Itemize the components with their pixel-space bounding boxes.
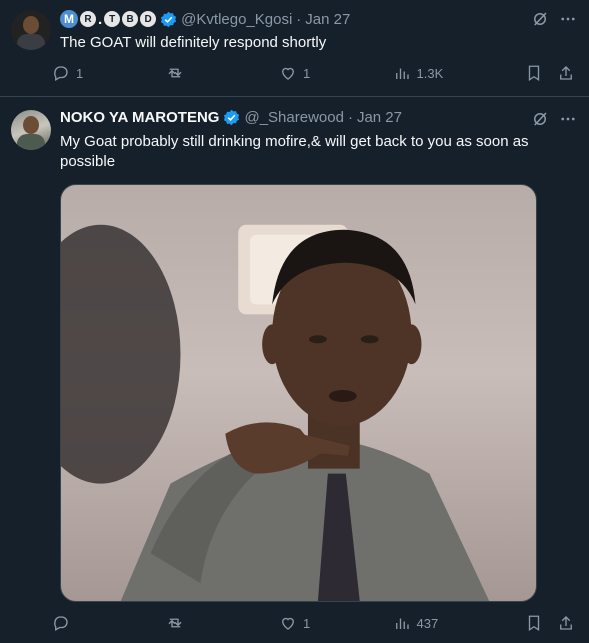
bookmark-share-group: [525, 64, 575, 82]
tweet[interactable]: M R . T B D @Kvtlego_Kgosi · Jan 27 The …: [0, 0, 589, 97]
name-letter-badge: M: [60, 10, 78, 28]
retweet-icon: [168, 68, 181, 78]
views-button[interactable]: 437: [393, 614, 525, 632]
display-name[interactable]: NOKO YA MAROTENG: [60, 109, 219, 126]
tweet-top-actions: [531, 10, 577, 28]
tweet-actions: 1 437: [52, 614, 575, 632]
tweet-media-image[interactable]: [60, 184, 537, 602]
like-button[interactable]: 1: [279, 64, 393, 82]
reply-button[interactable]: 1: [52, 64, 166, 82]
tweet-header: M R . T B D @Kvtlego_Kgosi · Jan 27: [60, 10, 529, 28]
tweet-text: My Goat probably still drinking mofire,&…: [60, 133, 529, 170]
like-count: 1: [303, 65, 311, 81]
avatar-face: [23, 16, 39, 34]
grok-icon[interactable]: [531, 10, 549, 28]
avatar[interactable]: [11, 110, 51, 150]
avatar-body: [17, 34, 45, 50]
avatar-face: [23, 116, 39, 134]
bookmark-icon[interactable]: [525, 614, 543, 632]
tweet[interactable]: NOKO YA MAROTENG @_Sharewood · Jan 27 My…: [0, 98, 589, 643]
name-dot: .: [98, 10, 103, 28]
views-button[interactable]: 1.3K: [393, 64, 525, 82]
tweet-top-actions: [531, 110, 577, 128]
name-letter-badge: B: [122, 11, 139, 27]
timestamp[interactable]: Jan 27: [357, 109, 402, 126]
bookmark-share-group: [525, 614, 575, 632]
views-count: 437: [416, 615, 439, 631]
tweet-actions: 1 1 1.3K: [52, 64, 575, 82]
media-photo: [61, 224, 490, 601]
display-name[interactable]: M R . T B D: [60, 10, 157, 28]
verified-badge-icon: [161, 11, 177, 27]
separator: ·: [347, 109, 353, 126]
bookmark-icon[interactable]: [525, 64, 543, 82]
like-icon: [282, 617, 294, 630]
reply-icon: [54, 66, 68, 81]
handle[interactable]: @Kvtlego_Kgosi: [181, 11, 292, 28]
more-icon[interactable]: [559, 10, 577, 28]
more-icon[interactable]: [559, 110, 577, 128]
name-letter-badge: T: [104, 11, 121, 27]
timeline-feed: M R . T B D @Kvtlego_Kgosi · Jan 27 The …: [0, 0, 589, 643]
grok-icon[interactable]: [531, 110, 549, 128]
like-icon: [282, 67, 294, 80]
like-button[interactable]: 1: [279, 614, 393, 632]
avatar[interactable]: [11, 10, 51, 50]
name-letter-badge: R: [80, 11, 96, 27]
separator: ·: [296, 10, 302, 28]
share-icon[interactable]: [557, 64, 575, 82]
views-count: 1.3K: [416, 65, 444, 81]
like-count: 1: [303, 615, 311, 631]
retweet-button[interactable]: [166, 64, 280, 82]
retweet-icon: [168, 618, 181, 628]
share-icon[interactable]: [557, 614, 575, 632]
timestamp[interactable]: Jan 27: [305, 11, 350, 28]
reply-button[interactable]: [52, 614, 166, 632]
reply-icon: [54, 616, 68, 631]
name-letter-badge: D: [140, 11, 157, 27]
handle[interactable]: @_Sharewood: [244, 109, 343, 126]
retweet-button[interactable]: [166, 614, 280, 632]
reply-count: 1: [76, 65, 84, 81]
views-icon: [395, 618, 409, 629]
views-icon: [395, 68, 409, 79]
tweet-text: The GOAT will definitely respond shortly: [60, 34, 327, 51]
verified-badge-icon: [224, 109, 240, 126]
avatar-body: [17, 134, 45, 150]
tweet-header: NOKO YA MAROTENG @_Sharewood · Jan 27: [60, 109, 529, 126]
